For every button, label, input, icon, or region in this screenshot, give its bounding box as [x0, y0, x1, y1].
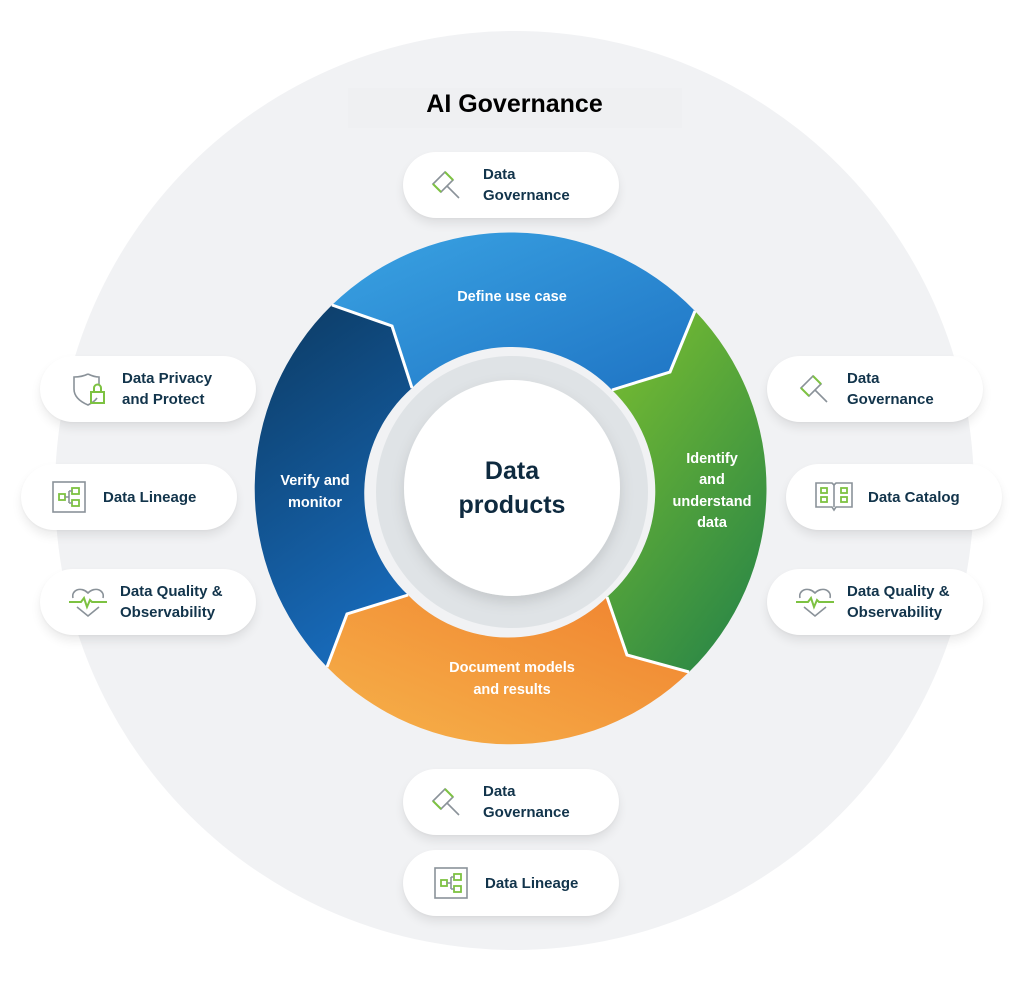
card-right-data-catalog[interactable]: Data Catalog: [786, 464, 1002, 530]
identify-label-line2: and: [699, 472, 725, 488]
lineage-icon: [49, 477, 89, 517]
heart-pulse-icon: [795, 582, 835, 622]
card-right-data-governance[interactable]: Data Governance: [767, 356, 983, 422]
document-label-line1: Document models: [449, 660, 575, 676]
card-left-data-privacy[interactable]: Data Privacy and Protect: [40, 356, 256, 422]
card-label: Data Governance: [847, 370, 934, 408]
card-label: Data Catalog: [868, 488, 960, 506]
center-label-line1: Data: [485, 457, 540, 485]
card-label: Data Privacy and Protect: [122, 370, 213, 408]
book-icon: [814, 477, 854, 517]
identify-label-line3: understand: [673, 494, 752, 510]
card-top-data-governance[interactable]: Data Governance: [403, 152, 619, 218]
gavel-icon: [427, 165, 467, 205]
define-label: Define use case: [457, 289, 567, 305]
center-circle: [404, 380, 620, 596]
gavel-icon: [795, 369, 835, 409]
card-label: Data Governance: [483, 166, 570, 204]
verify-label-line1: Verify and: [280, 473, 349, 489]
identify-label-line1: Identify: [686, 451, 738, 467]
card-bottom-data-lineage[interactable]: Data Lineage: [403, 850, 619, 916]
lineage-icon: [431, 863, 471, 903]
heart-pulse-icon: [68, 582, 108, 622]
card-left-data-quality[interactable]: Data Quality & Observability: [40, 569, 256, 635]
document-label-line2: and results: [473, 682, 550, 698]
card-label: Data Governance: [483, 783, 570, 821]
card-label: Data Quality & Observability: [847, 583, 950, 621]
center-label-line2: products: [459, 491, 566, 519]
card-bottom-data-governance[interactable]: Data Governance: [403, 769, 619, 835]
verify-label-line2: monitor: [288, 495, 342, 511]
identify-label-line4: data: [697, 515, 728, 531]
gavel-icon: [427, 782, 467, 822]
ai-governance-diagram: AI Governance Data products Define use c…: [0, 0, 1029, 982]
card-label: Data Quality & Observability: [120, 583, 223, 621]
card-left-data-lineage[interactable]: Data Lineage: [21, 464, 237, 530]
card-label: Data Lineage: [103, 488, 197, 506]
shield-lock-icon: [68, 369, 108, 409]
card-right-data-quality[interactable]: Data Quality & Observability: [767, 569, 983, 635]
card-label: Data Lineage: [485, 874, 579, 892]
